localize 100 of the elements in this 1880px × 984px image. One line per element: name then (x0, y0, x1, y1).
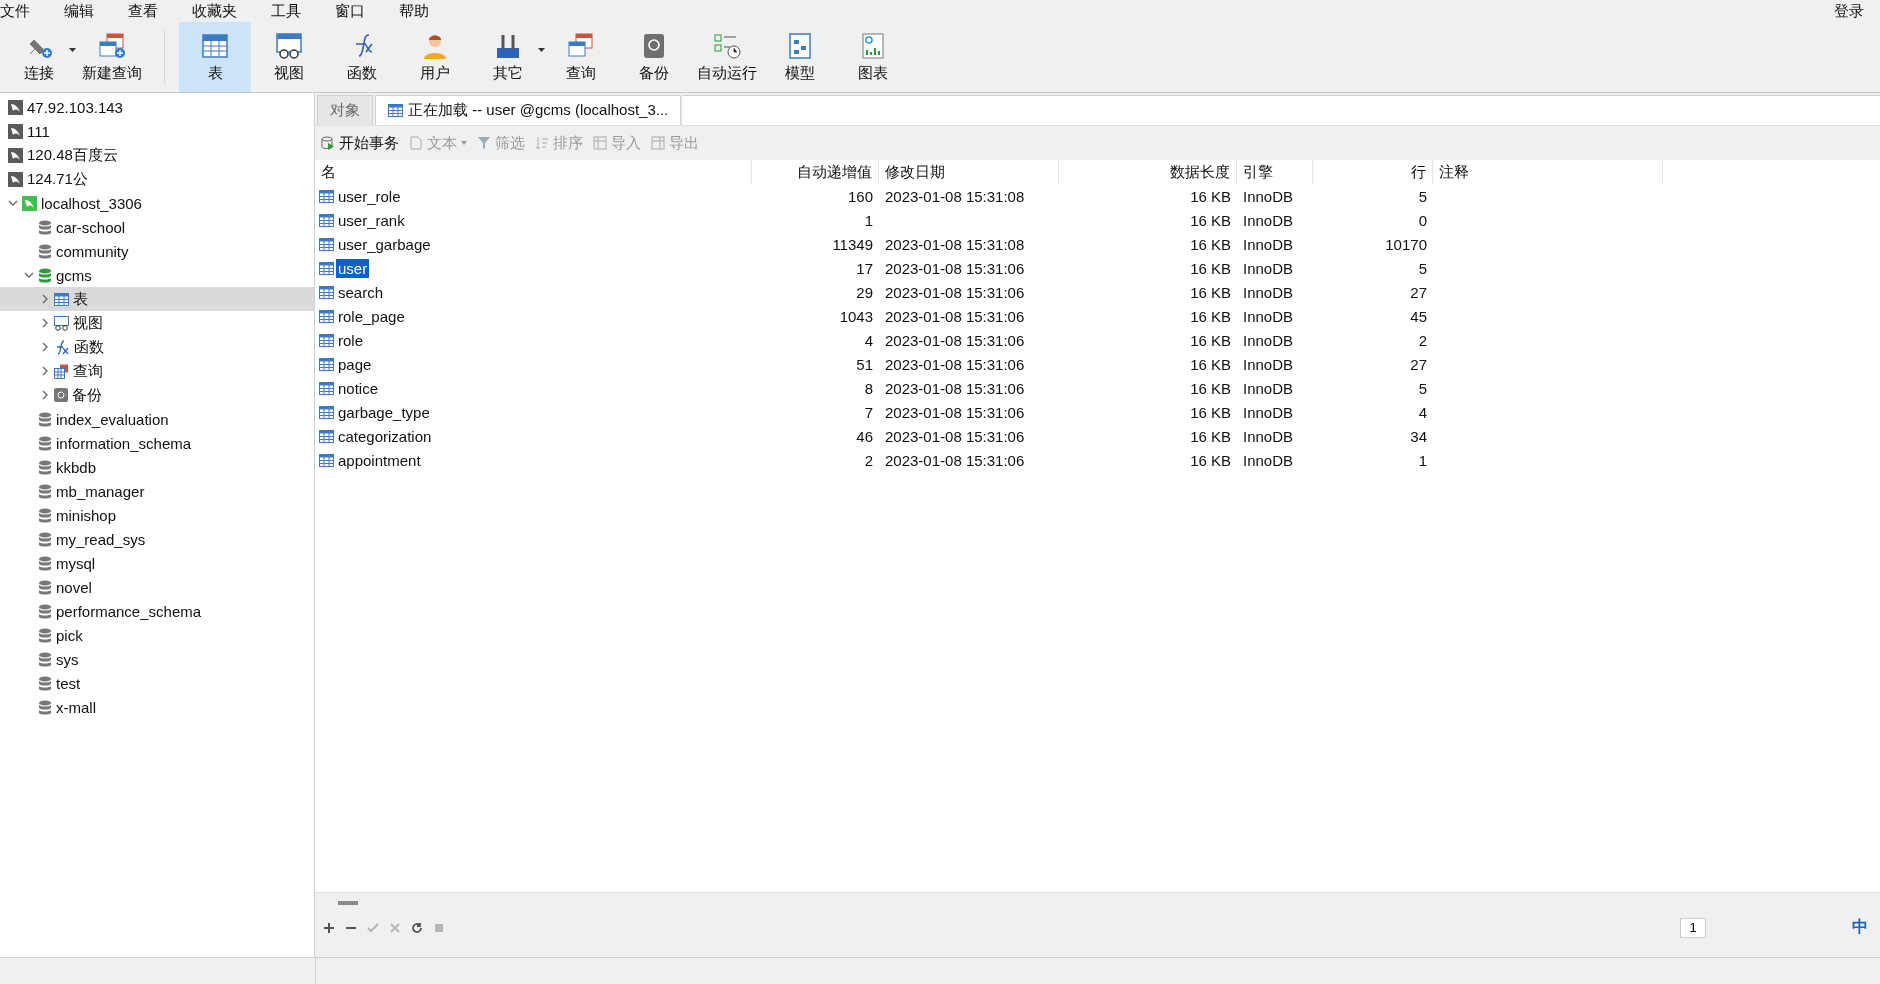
table-icon (319, 309, 334, 323)
tree-item[interactable]: 124.71公 (0, 167, 314, 191)
table-name[interactable]: user_rank (336, 210, 407, 230)
menu-item[interactable]: 帮助 (399, 1, 441, 21)
server-icon (8, 99, 23, 115)
table-name[interactable]: role (336, 330, 365, 350)
table-cell-text: 2023-01-08 15:31:06 (884, 283, 1026, 301)
table-cell-text: InnoDB (1242, 331, 1295, 349)
tree-item[interactable]: 表 (0, 287, 314, 311)
table-name[interactable]: page (336, 354, 374, 374)
toolbar-button[interactable]: 连接 (4, 22, 74, 92)
toolbar-button[interactable]: 备份 (619, 22, 689, 92)
plus-icon[interactable] (323, 921, 335, 934)
toolbar-button[interactable]: 表 (179, 22, 251, 92)
table-name[interactable]: role_page (336, 306, 407, 326)
tree-item[interactable]: index_evaluation (0, 407, 314, 431)
table-name[interactable]: user_garbage (336, 234, 433, 254)
tree-item[interactable]: car-school (0, 215, 314, 239)
column-header[interactable]: 注释 (1433, 160, 1663, 184)
toolbar-button[interactable]: 开始事务 (321, 133, 399, 153)
column-header[interactable]: 数据长度 (1059, 160, 1237, 184)
tab[interactable]: 对象 (317, 95, 373, 125)
tree-item[interactable]: mb_manager (0, 479, 314, 503)
tree-item[interactable]: minishop (0, 503, 314, 527)
column-header[interactable]: 行 (1313, 160, 1433, 184)
table-name[interactable]: user (336, 258, 370, 278)
tree-item[interactable]: community (0, 239, 314, 263)
tree-item[interactable]: my_read_sys (0, 527, 314, 551)
table-name[interactable]: appointment (336, 450, 423, 470)
tree-item[interactable]: 函数 (0, 335, 314, 359)
toolbar-button[interactable]: 函数 (327, 22, 397, 92)
server-icon (8, 123, 23, 139)
tree-item[interactable]: test (0, 671, 314, 695)
tree-item[interactable]: x-mall (0, 695, 314, 719)
login-link[interactable]: 登录 (1834, 1, 1864, 21)
refresh-icon[interactable] (411, 921, 423, 934)
menu-item[interactable]: 查看 (128, 1, 170, 21)
table-cell-text: 16 KB (1189, 403, 1232, 421)
tree-item[interactable]: mysql (0, 551, 314, 575)
table-name[interactable]: notice (336, 378, 381, 398)
chevron-right-icon[interactable] (40, 366, 50, 376)
toolbar-button[interactable]: 自动运行 (692, 22, 762, 92)
table-cell-text: 2023-01-08 15:31:06 (884, 451, 1026, 469)
tree-item[interactable]: information_schema (0, 431, 314, 455)
tree-item[interactable]: pick (0, 623, 314, 647)
toolbar-button[interactable]: 用户 (400, 22, 470, 92)
tree-item[interactable]: 47.92.103.143 (0, 95, 314, 119)
table-cell-text: 51 (855, 355, 874, 373)
tree-item[interactable]: 备份 (0, 383, 314, 407)
tree-item[interactable]: gcms (0, 263, 314, 287)
toolbar-button[interactable]: 查询 (546, 22, 616, 92)
column-header[interactable]: 引擎 (1237, 160, 1313, 184)
tree-item[interactable]: kkbdb (0, 455, 314, 479)
tree-item[interactable]: localhost_3306 (0, 191, 314, 215)
chevron-down-icon[interactable] (24, 270, 34, 280)
tree-item[interactable]: sys (0, 647, 314, 671)
menu-item[interactable]: 编辑 (64, 1, 106, 21)
table-cell-text: 7 (863, 403, 874, 421)
tree-item[interactable]: novel (0, 575, 314, 599)
tree-item[interactable]: 视图 (0, 311, 314, 335)
table-name[interactable]: categorization (336, 426, 434, 446)
export-icon (651, 136, 665, 150)
table-icon (319, 285, 334, 299)
tree-item[interactable]: 111 (0, 119, 314, 143)
menu-item[interactable]: 收藏夹 (192, 1, 249, 21)
table-name[interactable]: search (336, 282, 386, 302)
chevron-right-icon[interactable] (40, 294, 50, 304)
table-cell-text: 2023-01-08 15:31:08 (884, 235, 1026, 253)
tab[interactable]: 正在加载 -- user @gcms (localhost_3... (375, 95, 682, 125)
chevron-right-icon[interactable] (40, 390, 50, 400)
tree-item[interactable]: 120.48百度云 (0, 143, 314, 167)
ime-indicator[interactable]: 中 (1846, 915, 1874, 940)
table-cell-text: InnoDB (1242, 379, 1295, 397)
menu-item[interactable]: 工具 (271, 1, 313, 21)
toolbar-button[interactable]: 新建查询 (77, 22, 147, 92)
splitter-handle[interactable] (338, 901, 358, 905)
chevron-right-icon[interactable] (40, 342, 50, 352)
table-name[interactable]: garbage_type (336, 402, 432, 422)
table-cell-text: InnoDB (1242, 451, 1295, 469)
table-cell-text: 2 (1417, 331, 1428, 349)
table-name[interactable]: user_role (336, 186, 403, 206)
table-icon (319, 453, 334, 467)
toolbar-button[interactable]: 图表 (838, 22, 908, 92)
tree-item[interactable]: 查询 (0, 359, 314, 383)
chevron-right-icon[interactable] (40, 318, 50, 328)
menu-item[interactable]: 窗口 (335, 1, 377, 21)
column-header[interactable]: 修改日期 (879, 160, 1059, 184)
column-header[interactable]: 自动递增值 (752, 160, 879, 184)
column-header[interactable]: 名 (315, 160, 752, 184)
caret-icon (69, 48, 76, 52)
toolbar-button[interactable]: 模型 (765, 22, 835, 92)
toolbar-button[interactable]: 其它 (473, 22, 543, 92)
tree-item[interactable]: performance_schema (0, 599, 314, 623)
toolbar-button[interactable]: 视图 (254, 22, 324, 92)
menu-item[interactable]: 文件 (0, 1, 42, 21)
chevron-down-icon[interactable] (8, 198, 18, 208)
table-cell-text: 0 (1417, 211, 1428, 229)
database-icon (38, 435, 52, 451)
table-icon (388, 104, 403, 117)
page-field[interactable]: 1 (1680, 917, 1706, 938)
